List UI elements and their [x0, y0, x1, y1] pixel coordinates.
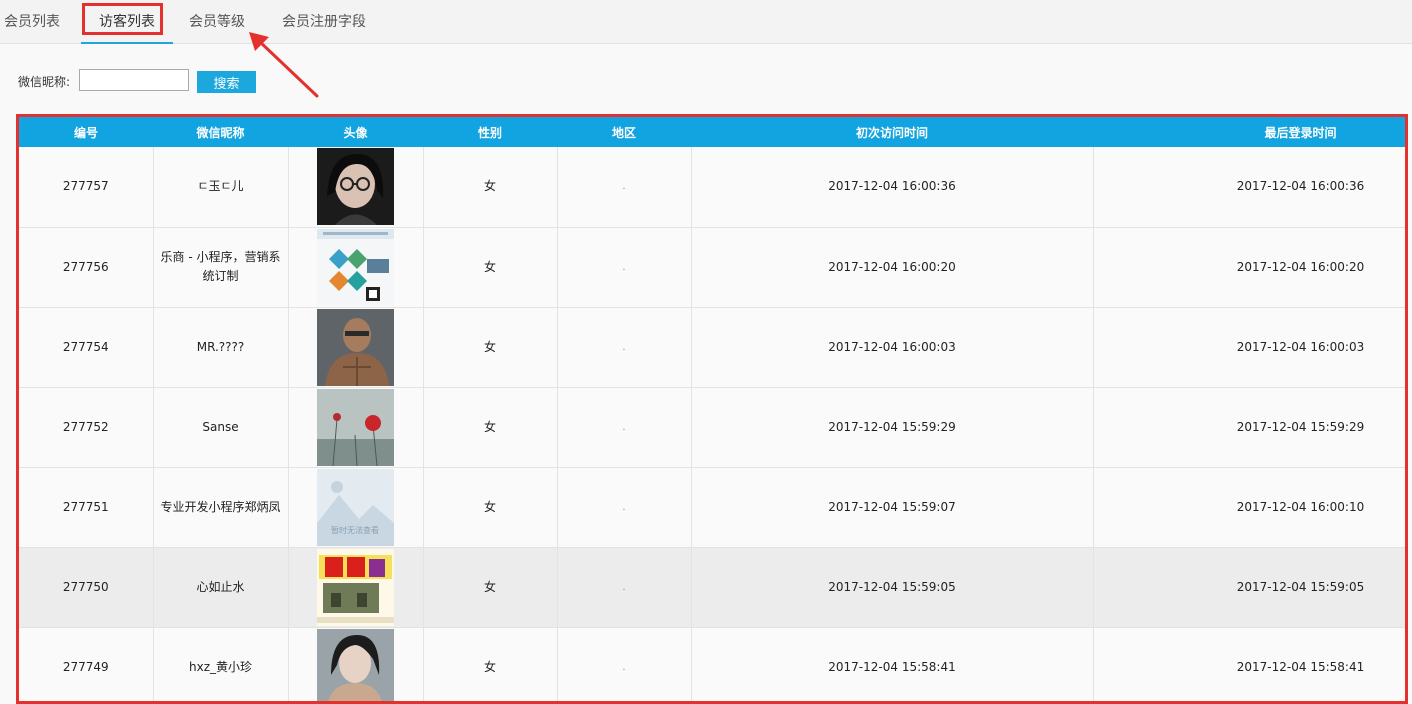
- column-header-last-login[interactable]: 最后登录时间: [1093, 117, 1408, 147]
- avatar-image[interactable]: [317, 229, 394, 306]
- table-row: 277751 专业开发小程序郑炳凤 暂时无法查看 女 . 2017-12-04 …: [19, 467, 1408, 547]
- cell-id: 277754: [19, 307, 153, 387]
- cell-avatar: [288, 547, 423, 627]
- table-header-row: 编号 微信昵称 头像 性别 地区 初次访问时间 最后登录时间: [19, 117, 1408, 147]
- cell-avatar: [288, 147, 423, 227]
- cell-gender: 女: [423, 627, 557, 704]
- cell-last-login: 2017-12-04 15:58:41: [1093, 627, 1408, 704]
- cell-region: .: [557, 467, 691, 547]
- cell-id: 277752: [19, 387, 153, 467]
- table-row: 277750 心如止水 女 .: [19, 547, 1408, 627]
- avatar-placeholder-caption: 暂时无法查看: [331, 525, 379, 535]
- cell-id: 277757: [19, 147, 153, 227]
- cell-nickname: Sanse: [153, 387, 288, 467]
- search-button[interactable]: 搜索: [197, 71, 256, 93]
- cell-gender: 女: [423, 387, 557, 467]
- tab-member-list[interactable]: 会员列表: [4, 0, 60, 44]
- avatar-image[interactable]: [317, 148, 394, 225]
- tab-member-level[interactable]: 会员等级: [189, 0, 245, 44]
- table-row: 277756 乐商 - 小程序，营销系统订制: [19, 227, 1408, 307]
- table-row: 277757 ㄷ玉ㄷ儿 女 . 2017-12-04 16:00:36: [19, 147, 1408, 227]
- tab-bar: 会员列表 访客列表 会员等级 会员注册字段: [0, 0, 1412, 44]
- cell-gender: 女: [423, 147, 557, 227]
- nickname-search-input[interactable]: [79, 69, 189, 91]
- cell-last-login: 2017-12-04 15:59:05: [1093, 547, 1408, 627]
- column-header-id[interactable]: 编号: [19, 117, 153, 147]
- cell-nickname: hxz_黄小珍: [153, 627, 288, 704]
- cell-nickname: 心如止水: [153, 547, 288, 627]
- column-header-avatar[interactable]: 头像: [288, 117, 423, 147]
- cell-first-visit: 2017-12-04 15:59:29: [691, 387, 1093, 467]
- cell-region: .: [557, 307, 691, 387]
- cell-first-visit: 2017-12-04 16:00:36: [691, 147, 1093, 227]
- cell-region: .: [557, 547, 691, 627]
- cell-id: 277749: [19, 627, 153, 704]
- cell-last-login: 2017-12-04 16:00:10: [1093, 467, 1408, 547]
- cell-gender: 女: [423, 307, 557, 387]
- column-header-region[interactable]: 地区: [557, 117, 691, 147]
- cell-first-visit: 2017-12-04 16:00:20: [691, 227, 1093, 307]
- annotation-arrow-icon: [245, 30, 325, 100]
- visitor-table: 编号 微信昵称 头像 性别 地区 初次访问时间 最后登录时间 277757 ㄷ玉…: [19, 117, 1408, 704]
- active-tab-indicator: [81, 42, 173, 44]
- cell-gender: 女: [423, 227, 557, 307]
- table-row: 277754 MR.???? 女 . 2017-12-04 16:00:03 2…: [19, 307, 1408, 387]
- cell-avatar: [288, 227, 423, 307]
- cell-last-login: 2017-12-04 16:00:36: [1093, 147, 1408, 227]
- cell-id: 277756: [19, 227, 153, 307]
- visitor-table-container: 编号 微信昵称 头像 性别 地区 初次访问时间 最后登录时间 277757 ㄷ玉…: [16, 114, 1408, 704]
- cell-region: .: [557, 227, 691, 307]
- cell-first-visit: 2017-12-04 15:58:41: [691, 627, 1093, 704]
- avatar-image[interactable]: [317, 309, 394, 386]
- search-label: 微信昵称:: [18, 74, 70, 90]
- avatar-image[interactable]: [317, 629, 394, 704]
- cell-region: .: [557, 627, 691, 704]
- cell-region: .: [557, 147, 691, 227]
- cell-region: .: [557, 387, 691, 467]
- avatar-image[interactable]: 暂时无法查看: [317, 469, 394, 546]
- cell-first-visit: 2017-12-04 16:00:03: [691, 307, 1093, 387]
- avatar-image[interactable]: [317, 389, 394, 466]
- column-header-nickname[interactable]: 微信昵称: [153, 117, 288, 147]
- cell-avatar: 暂时无法查看: [288, 467, 423, 547]
- tab-visitor-list-label: 访客列表: [99, 14, 155, 30]
- cell-nickname: MR.????: [153, 307, 288, 387]
- cell-avatar: [288, 307, 423, 387]
- tab-visitor-list[interactable]: 访客列表: [81, 0, 173, 44]
- column-header-first-visit[interactable]: 初次访问时间: [691, 117, 1093, 147]
- cell-first-visit: 2017-12-04 15:59:07: [691, 467, 1093, 547]
- cell-last-login: 2017-12-04 16:00:03: [1093, 307, 1408, 387]
- cell-id: 277751: [19, 467, 153, 547]
- cell-gender: 女: [423, 547, 557, 627]
- column-header-gender[interactable]: 性别: [423, 117, 557, 147]
- cell-nickname: 乐商 - 小程序，营销系统订制: [153, 227, 288, 307]
- avatar-image[interactable]: [317, 549, 394, 626]
- cell-gender: 女: [423, 467, 557, 547]
- cell-last-login: 2017-12-04 15:59:29: [1093, 387, 1408, 467]
- cell-avatar: [288, 627, 423, 704]
- cell-nickname: ㄷ玉ㄷ儿: [153, 147, 288, 227]
- cell-nickname: 专业开发小程序郑炳凤: [153, 467, 288, 547]
- cell-last-login: 2017-12-04 16:00:20: [1093, 227, 1408, 307]
- cell-first-visit: 2017-12-04 15:59:05: [691, 547, 1093, 627]
- cell-avatar: [288, 387, 423, 467]
- table-row: 277752 Sanse 女 . 2017-12-04 15:59:29: [19, 387, 1408, 467]
- cell-id: 277750: [19, 547, 153, 627]
- table-row: 277749 hxz_黄小珍 女 . 2017-12-04 15:58:41 2…: [19, 627, 1408, 704]
